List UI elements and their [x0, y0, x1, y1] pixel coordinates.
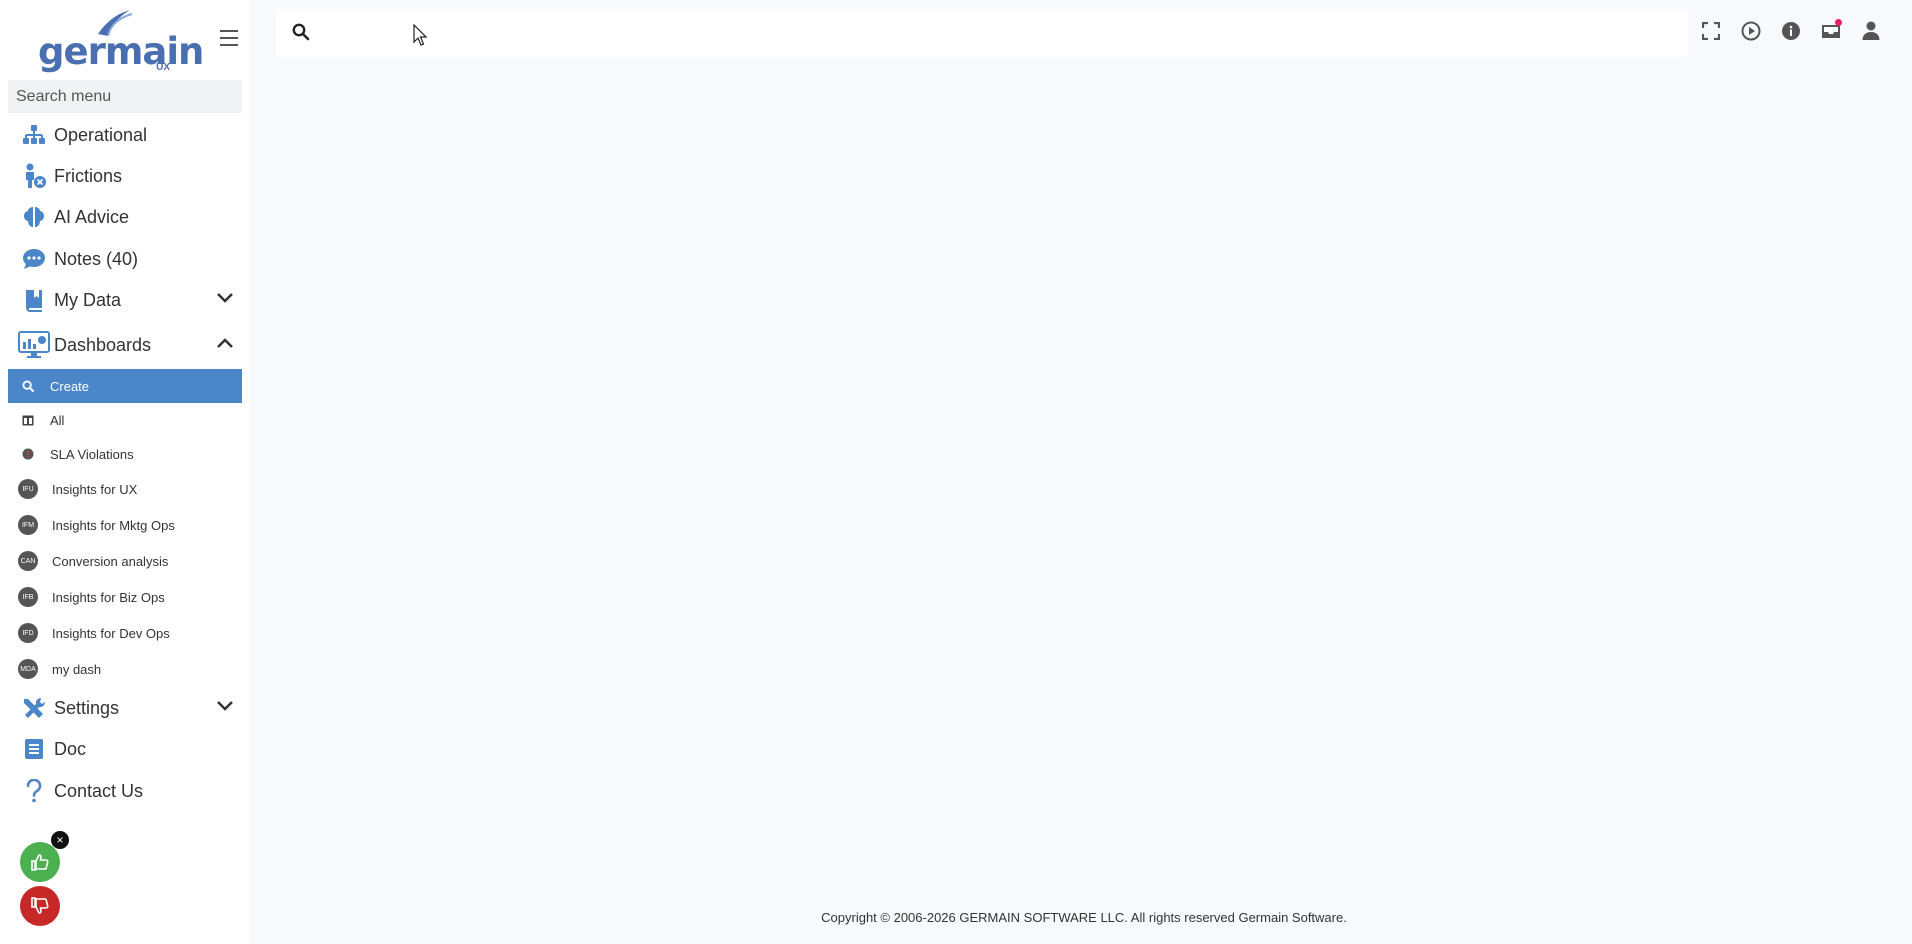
- sidebar-subitem-my-dash[interactable]: MDA my dash: [8, 652, 242, 686]
- logo-text: germain: [38, 30, 204, 73]
- sidebar-item-label: Doc: [54, 738, 87, 759]
- info-icon[interactable]: [1780, 20, 1802, 42]
- sidebar-item-label: Dashboards: [54, 334, 152, 355]
- avatar: IFM: [18, 515, 38, 535]
- sidebar-item-label: Contact Us: [54, 780, 144, 801]
- sidebar-subitem-all[interactable]: All: [8, 403, 242, 437]
- document-icon: [16, 735, 52, 763]
- sidebar-subitem-label: my dash: [52, 661, 102, 677]
- fullscreen-icon[interactable]: [1700, 20, 1722, 42]
- comment-dots-icon: [16, 245, 52, 273]
- sidebar-item-doc[interactable]: Doc: [8, 730, 242, 768]
- sidebar-item-settings[interactable]: Settings: [8, 689, 242, 727]
- sidebar-item-label: AI Advice: [54, 206, 130, 227]
- footer-copyright: Copyright © 2006-2026 GERMAIN SOFTWARE L…: [821, 910, 1347, 925]
- thumbs-up-button[interactable]: [20, 842, 60, 882]
- sidebar-subitem-conversion-analysis[interactable]: CAN Conversion analysis: [8, 544, 242, 578]
- sidebar-subitem-insights-mktg-ops[interactable]: IFM Insights for Mktg Ops: [8, 508, 242, 542]
- thumbs-down-icon: [31, 897, 49, 914]
- sidebar-item-frictions[interactable]: Frictions: [8, 157, 242, 195]
- mouse-cursor-icon: [413, 24, 427, 46]
- sidebar-item-label: Operational: [54, 124, 148, 145]
- logo-sub: UX: [156, 62, 170, 73]
- chevron-up-icon[interactable]: [216, 337, 234, 349]
- search-icon: [18, 376, 38, 396]
- sidebar-item-ai-advice[interactable]: AI Advice: [8, 198, 242, 236]
- sidebar-item-label: My Data: [54, 289, 122, 310]
- avatar: IFU: [18, 479, 38, 499]
- search-icon[interactable]: [292, 23, 310, 41]
- sidebar-subitem-insights-ux[interactable]: IFU Insights for UX: [8, 472, 242, 506]
- logo-area: germain UX: [0, 0, 250, 78]
- search-menu-input[interactable]: [8, 80, 242, 113]
- play-icon[interactable]: [1740, 20, 1762, 42]
- feedback-close-button[interactable]: ×: [51, 831, 69, 849]
- avatar: CAN: [18, 551, 38, 571]
- person-x-icon: [16, 162, 52, 190]
- sidebar-item-dashboards[interactable]: Dashboards: [8, 326, 242, 364]
- thumbs-up-icon: [31, 854, 49, 871]
- sidebar-subitem-label: Insights for Mktg Ops: [52, 517, 175, 533]
- inbox-icon[interactable]: [1820, 19, 1842, 42]
- sidebar-subitem-label: Create: [50, 378, 90, 394]
- sidebar-subitem-label: All: [50, 412, 65, 428]
- sidebar-subitem-label: Insights for Biz Ops: [52, 589, 165, 605]
- sidebar-subitem-create[interactable]: Create: [8, 369, 242, 403]
- alert-circle-icon: [18, 444, 38, 464]
- sidebar-item-my-data[interactable]: My Data: [8, 281, 242, 319]
- sitemap-icon: [16, 121, 52, 149]
- monitor-chart-icon: [16, 331, 52, 359]
- sidebar-subitem-label: SLA Violations: [50, 446, 134, 462]
- notification-dot: [1835, 19, 1842, 26]
- question-icon: [16, 777, 52, 805]
- tools-icon: [16, 694, 52, 722]
- hamburger-menu-icon[interactable]: [220, 30, 240, 48]
- sidebar-subitem-label: Insights for UX: [52, 481, 138, 497]
- brain-icon: [16, 203, 52, 231]
- top-search-bar[interactable]: [276, 9, 1688, 57]
- thumbs-down-button[interactable]: [20, 886, 60, 926]
- sidebar-subitem-insights-dev-ops[interactable]: IFD Insights for Dev Ops: [8, 616, 242, 650]
- sidebar-item-label: Frictions: [54, 165, 123, 186]
- avatar: MDA: [18, 659, 38, 679]
- sidebar-subitem-sla-violations[interactable]: SLA Violations: [8, 437, 242, 471]
- sidebar-subitem-label: Insights for Dev Ops: [52, 625, 170, 641]
- avatar: IFD: [18, 623, 38, 643]
- sidebar: germain UX Operational Frictions AI Advi…: [0, 0, 250, 944]
- sidebar-item-notes[interactable]: Notes (40): [8, 240, 242, 278]
- sidebar-item-contact-us[interactable]: Contact Us: [8, 772, 242, 810]
- sidebar-item-label: Settings: [54, 697, 120, 718]
- logo[interactable]: germain UX: [38, 8, 204, 74]
- columns-icon: [18, 410, 38, 430]
- sidebar-subitem-label: Conversion analysis: [52, 553, 169, 569]
- avatar: IFB: [18, 587, 38, 607]
- sidebar-item-operational[interactable]: Operational: [8, 116, 242, 154]
- sidebar-item-label: Notes (40): [54, 248, 139, 269]
- sidebar-subitem-insights-biz-ops[interactable]: IFB Insights for Biz Ops: [8, 580, 242, 614]
- user-icon[interactable]: [1860, 20, 1882, 42]
- toolbar-icons: [1700, 19, 1882, 42]
- book-bookmark-icon: [16, 286, 52, 314]
- chevron-down-icon[interactable]: [216, 700, 234, 712]
- chevron-down-icon[interactable]: [216, 292, 234, 304]
